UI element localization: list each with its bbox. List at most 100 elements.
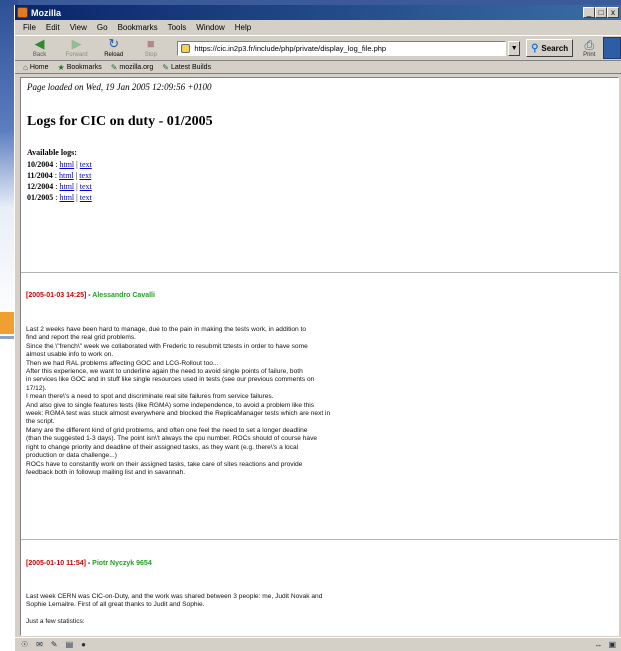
network-icon: ↔ — [594, 640, 603, 649]
log-month: 11/2004 — [27, 171, 53, 180]
composer-icon[interactable]: ✎ — [51, 640, 58, 649]
status-indicators: ↔ ▣ — [594, 640, 621, 649]
entry-line: in services like GOC and in stuff like s… — [26, 376, 315, 384]
log-text-link[interactable]: text — [80, 182, 92, 191]
page-title: Logs for CIC on duty - 01/2005 — [27, 114, 213, 129]
entry-line: I mean there\'s a need to spot and discr… — [26, 393, 274, 401]
log-item: 12/2004 : html | text — [27, 182, 92, 191]
url-text: https://cic.in2p3.fr/include/php/private… — [194, 43, 387, 53]
entry-line: After this experience, we want to underl… — [26, 368, 303, 376]
log-entry-body: Last week CERN was CIC-on-Duty, and the … — [26, 593, 426, 626]
reload-icon: ↻ — [108, 36, 120, 51]
bookmark-home-label: Home — [29, 63, 49, 71]
entry-line: week: RGMA test was stuck almost everywh… — [26, 410, 331, 418]
reload-button[interactable]: ↻ Reload — [97, 37, 130, 59]
menu-view[interactable]: View — [70, 23, 87, 32]
printer-icon: ⎙ — [584, 37, 595, 52]
log-text-link[interactable]: text — [80, 160, 92, 169]
log-list: 10/2004 : html | text 11/2004 : html | t… — [27, 159, 92, 203]
irc-icon[interactable]: ● — [81, 640, 86, 649]
reload-label: Reload — [104, 52, 124, 58]
back-button[interactable]: ◀ Back — [23, 37, 56, 59]
log-html-link[interactable]: html — [59, 171, 74, 180]
entry-date: [2005-01-03 14:25] — [26, 292, 87, 299]
log-html-link[interactable]: html — [59, 193, 74, 202]
bookmark-bookmarks-label: Bookmarks — [66, 63, 102, 71]
bookmark-latest-builds-label: Latest Builds — [170, 63, 212, 71]
bookmark-mozilla-org-label: mozilla.org — [119, 63, 154, 71]
entry-line: Since the \"french\" week we collaborate… — [26, 342, 308, 350]
entry-line: Just a few statistics: — [26, 617, 85, 625]
security-lock-icon[interactable]: ▣ — [608, 640, 616, 649]
entry-line: right to change priority and deadline of… — [26, 443, 299, 451]
log-text-link[interactable]: text — [80, 193, 92, 202]
bookmark-page-icon: ✎ — [162, 62, 169, 72]
entry-line: (than the suggested 1-3 days). The point… — [26, 435, 318, 443]
print-label: Print — [583, 51, 596, 58]
log-item: 10/2004 : html | text — [27, 160, 92, 169]
menu-bookmarks[interactable]: Bookmarks — [118, 23, 158, 32]
forward-button[interactable]: ▶ Forward — [60, 37, 93, 59]
menu-tools[interactable]: Tools — [168, 23, 187, 32]
log-item: 01/2005 : html | text — [27, 193, 92, 202]
addressbook-icon[interactable]: ▤ — [66, 640, 74, 649]
entry-line: feedback both in followup mailing list a… — [26, 468, 186, 476]
entry-line: 17/12). — [26, 384, 47, 392]
personal-toolbar: ⌂ Home ★ Bookmarks ✎ mozilla.org ✎ Lates… — [15, 61, 621, 74]
back-arrow-icon: ◀ — [34, 36, 45, 51]
mozilla-app-icon — [17, 7, 28, 18]
available-logs-label: Available logs: — [27, 148, 77, 157]
log-text-link[interactable]: text — [79, 171, 91, 180]
background-accent — [0, 312, 14, 334]
entry-line: almost usable info to work on. — [26, 351, 114, 359]
entry-author: Piotr Nyczyk 9654 — [92, 560, 152, 567]
log-html-link[interactable]: html — [59, 160, 74, 169]
divider — [21, 539, 618, 540]
maximize-button[interactable]: □ — [595, 7, 607, 18]
menu-file[interactable]: File — [23, 23, 36, 32]
entry-line: Then we had RAL problems affecting GOC a… — [26, 359, 219, 367]
bookmark-mozilla-org[interactable]: ✎ mozilla.org — [111, 63, 154, 72]
menu-go[interactable]: Go — [97, 23, 108, 32]
entry-line: production or data challenge...) — [26, 452, 117, 460]
browser-window: Mozilla _ □ x File Edit View Go Bookmark… — [14, 5, 621, 651]
stop-button[interactable]: ■ Stop — [134, 37, 167, 59]
bookmark-bookmarks[interactable]: ★ Bookmarks — [58, 63, 102, 72]
navigation-toolbar: ◀ Back ▶ Forward ↻ Reload ■ Stop https:/… — [15, 35, 621, 61]
page-loaded-timestamp: Page loaded on Wed, 19 Jan 2005 12:09:56… — [27, 82, 212, 92]
title-bar: Mozilla _ □ x — [15, 5, 621, 20]
entry-line — [26, 610, 426, 618]
entry-line: And also give to single features tests (… — [26, 401, 315, 409]
forward-arrow-icon: ▶ — [71, 36, 82, 51]
entry-date: [2005-01-10 11:54] — [26, 560, 86, 567]
menu-help[interactable]: Help — [235, 23, 251, 32]
bookmark-home[interactable]: ⌂ Home — [23, 63, 49, 72]
log-month: 10/2004 — [27, 160, 54, 169]
home-icon: ⌂ — [23, 62, 28, 72]
search-button[interactable]: ⚲ Search — [526, 39, 574, 57]
log-month: 01/2005 — [27, 193, 54, 202]
url-field[interactable]: https://cic.in2p3.fr/include/php/private… — [177, 40, 507, 56]
close-button[interactable]: x — [607, 7, 619, 18]
entry-line: ROCs have to constantly work on their as… — [26, 460, 303, 468]
menu-window[interactable]: Window — [196, 23, 224, 32]
log-item: 11/2004 : html | text — [27, 171, 92, 180]
entry-line: the script. — [26, 418, 55, 426]
entry-line: Last 2 weeks have been hard to manage, d… — [26, 326, 307, 333]
log-entry-body: Last 2 weeks have been hard to manage, d… — [26, 326, 426, 477]
menu-edit[interactable]: Edit — [46, 23, 60, 32]
url-dropdown-button[interactable]: ▼ — [508, 40, 521, 56]
mail-icon[interactable]: ✉ — [36, 640, 43, 649]
log-html-link[interactable]: html — [59, 182, 74, 191]
window-title: Mozilla — [31, 7, 62, 18]
chevron-down-icon: ▼ — [510, 44, 518, 52]
back-label: Back — [32, 52, 47, 58]
entry-author: Alessandro Cavalli — [92, 292, 155, 299]
search-label: Search — [541, 43, 569, 53]
minimize-button[interactable]: _ — [583, 7, 595, 18]
forward-label: Forward — [65, 52, 88, 58]
print-button[interactable]: ⎙ Print — [583, 37, 596, 58]
navigator-icon[interactable]: ☉ — [21, 640, 28, 649]
log-entry-header: [2005-01-10 11:54] - Piotr Nyczyk 9654 — [26, 560, 152, 567]
bookmark-latest-builds[interactable]: ✎ Latest Builds — [162, 63, 211, 72]
